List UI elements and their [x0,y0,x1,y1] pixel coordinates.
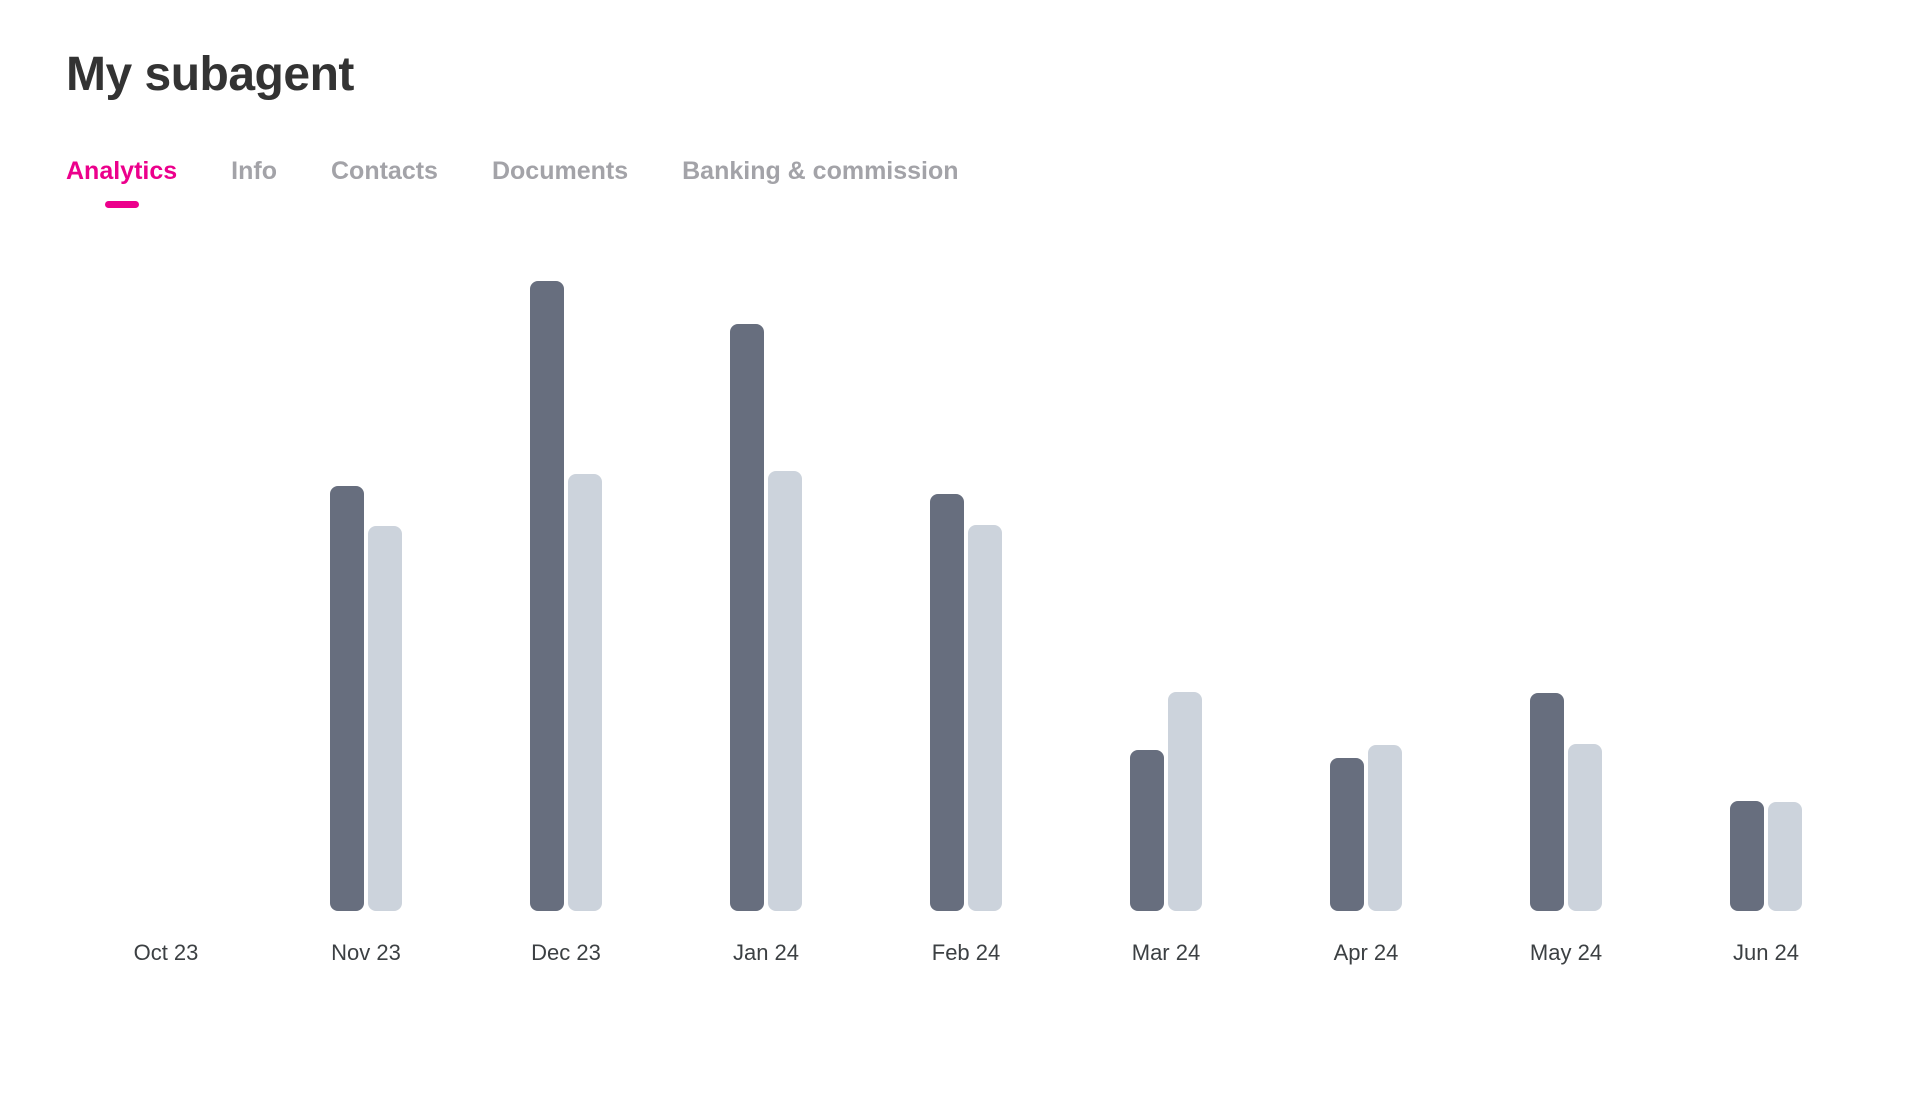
tab-inactive-indicator [367,201,401,208]
tab-analytics-label: Analytics [66,157,178,185]
chart-bar[interactable] [730,323,764,911]
tab-active-indicator [104,200,139,208]
chart-bar[interactable] [768,470,802,911]
chart-bar-group [1266,260,1466,911]
tab-banking-commission[interactable]: Banking & commission [655,155,985,208]
chart-bar[interactable] [1568,744,1602,911]
analytics-page: My subagent Analytics Info Contacts Docu… [0,0,1916,1104]
chart-bar-group [1666,260,1866,911]
x-axis-tick-label: Jan 24 [732,940,800,965]
chart-bar[interactable] [368,526,402,911]
chart-bar[interactable] [1768,802,1802,911]
tab-documents[interactable]: Documents [465,155,655,208]
chart-bar[interactable] [1330,758,1364,911]
chart-bar[interactable] [1168,691,1202,911]
tab-inactive-indicator [237,201,271,208]
chart-bar[interactable] [1530,693,1564,911]
chart-bar[interactable] [530,281,564,911]
tab-analytics[interactable]: Analytics [66,155,204,208]
chart-bar-group [66,260,266,911]
chart-bar[interactable] [330,486,364,911]
tab-banking-commission-label: Banking & commission [682,157,959,185]
chart-bar[interactable] [568,473,602,911]
chart-bar[interactable] [968,524,1002,911]
x-axis-tick-label: Feb 24 [931,940,1001,965]
x-axis-tick-label: Apr 24 [1333,940,1399,965]
chart-bar[interactable] [1368,745,1402,911]
tab-documents-label: Documents [491,157,629,185]
x-axis-tick-label: Dec 23 [531,940,601,965]
chart-bar-group [1066,260,1266,911]
chart-bar-group [866,260,1066,911]
x-axis-tick-label: Jun 24 [1732,940,1800,965]
x-axis-tick-label: Mar 24 [1131,940,1201,965]
chart-bar-group [666,260,866,911]
tab-info[interactable]: Info [204,155,304,208]
chart-bar-group [466,260,666,911]
chart-bar-group [1466,260,1666,911]
chart-bar-group [266,260,466,911]
chart-bar[interactable] [1130,749,1164,911]
analytics-bar-chart: Oct 23 Nov 23 Dec 23 Jan 24 Feb 24 Mar 24 Apr … [66,260,1866,1020]
tab-navigation: Analytics Info Contacts Documents Bankin… [66,155,986,208]
chart-x-axis: Oct 23 Nov 23 Dec 23 Jan 24 Feb 24 Mar 24 Apr … [66,940,1866,966]
tab-info-label: Info [231,157,277,185]
x-axis-tick-label: Oct 23 [133,940,199,965]
tab-inactive-indicator [803,201,837,208]
x-axis-tick-label: May 24 [1529,940,1603,965]
tab-contacts-label: Contacts [331,157,438,185]
tab-inactive-indicator [543,201,577,208]
chart-bar[interactable] [1730,800,1764,911]
page-title: My subagent [66,48,354,101]
tab-contacts[interactable]: Contacts [304,155,465,208]
x-axis-tick-label: Nov 23 [331,940,401,965]
chart-bar[interactable] [930,493,964,911]
chart-plot-area [66,260,1866,911]
